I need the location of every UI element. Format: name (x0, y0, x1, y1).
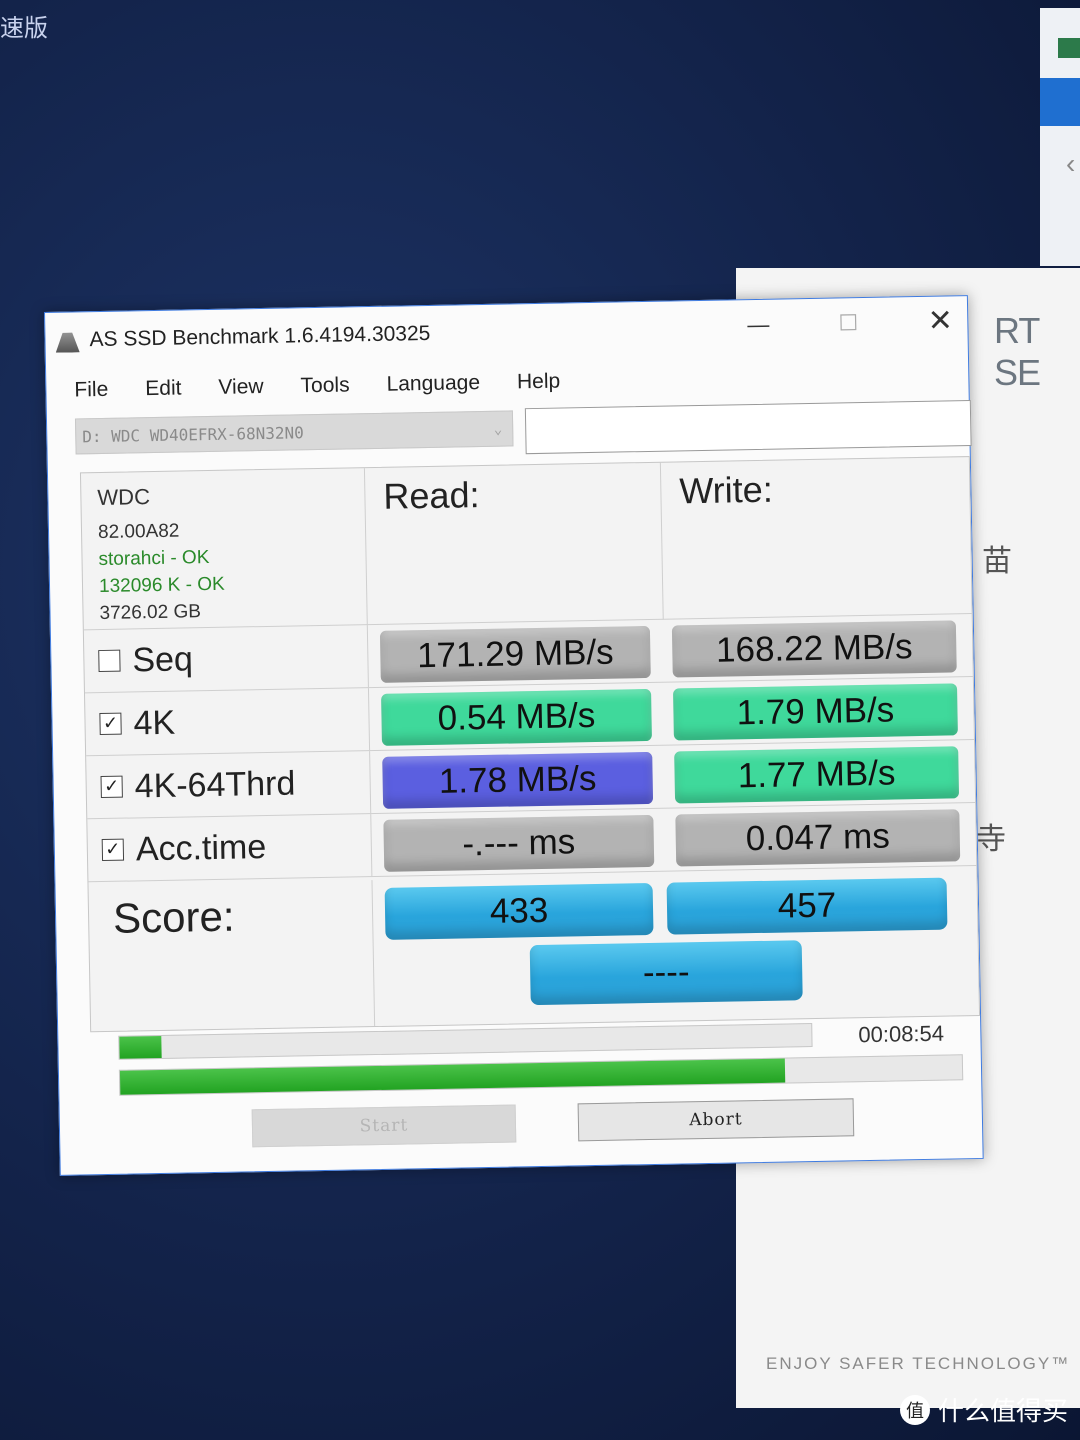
seq-label: Seq (132, 639, 194, 679)
as-ssd-window: AS SSD Benchmark 1.6.4194.30325 — ☐ ✕ Fi… (44, 295, 984, 1176)
read-column-header: Read: (364, 462, 664, 626)
4k-write-value: 1.79 MB/s (673, 683, 958, 741)
menu-view[interactable]: View (218, 375, 264, 400)
menu-language[interactable]: Language (386, 371, 480, 397)
minimize-button[interactable]: — (735, 307, 782, 342)
start-button[interactable]: Start (251, 1104, 517, 1148)
score-label: Score: (88, 880, 376, 1032)
back-arrow-icon[interactable]: ‹ (1066, 148, 1075, 180)
drive-capacity: 3726.02 GB (99, 601, 202, 625)
acc-time-read-value: -.--- ms (383, 814, 655, 872)
close-button[interactable]: ✕ (917, 304, 964, 339)
seq-write-value: 168.22 MB/s (671, 620, 957, 678)
4k-64thrd-read-value: 1.78 MB/s (382, 751, 654, 809)
background-window-header-bar (1040, 78, 1080, 126)
abort-button[interactable]: Abort (577, 1098, 855, 1142)
window-title: AS SSD Benchmark 1.6.4194.30325 (89, 321, 431, 352)
maximize-button[interactable]: ☐ (825, 306, 872, 341)
watermark-logo-icon: 值 (899, 1394, 930, 1425)
menu-edit[interactable]: Edit (145, 376, 182, 401)
4k-64thrd-write-value: 1.77 MB/s (674, 746, 960, 804)
row-label-cell: Seq (83, 625, 369, 693)
desktop-corner-text: 速版 (0, 14, 48, 42)
row-label-cell: ✓ Acc.time (87, 814, 373, 882)
drive-select-value: D: WDC WD40EFRX-68N32N0 (82, 423, 304, 447)
title-bar[interactable]: AS SSD Benchmark 1.6.4194.30325 — ☐ ✕ (45, 296, 968, 363)
4k-64thrd-checkbox[interactable]: ✓ (100, 775, 123, 799)
total-score: ---- (529, 940, 803, 1006)
drive-info-panel: WDC 82.00A82 storahci - OK 132096 K - OK… (80, 468, 368, 631)
menu-help[interactable]: Help (517, 370, 561, 395)
row-label-cell: ✓ 4K-64Thrd (86, 751, 372, 819)
read-score: 433 (384, 882, 654, 940)
write-column-header: Write: (660, 457, 972, 620)
drive-vendor: WDC (97, 484, 151, 511)
watermark-text: 什么值得买 (937, 1397, 1068, 1427)
seq-read-value: 171.29 MB/s (379, 625, 651, 683)
menu-tools[interactable]: Tools (300, 373, 349, 398)
4k-label: 4K (133, 703, 176, 742)
status-field[interactable] (524, 400, 972, 455)
background-window-footer: ENJOY SAFER TECHNOLOGY™ (766, 1354, 1071, 1373)
background-window-top[interactable]: ‹ (1040, 8, 1080, 266)
4k-64thrd-label: 4K-64Thrd (134, 763, 296, 805)
4k-read-value: 0.54 MB/s (381, 688, 652, 746)
menu-file[interactable]: File (74, 378, 108, 403)
watermark: 值 什么值得买 (899, 1391, 1068, 1428)
elapsed-time: 00:08:54 (858, 1020, 945, 1048)
test-progress-fill (119, 1035, 162, 1059)
chevron-down-icon[interactable]: ⌄ (493, 412, 503, 448)
background-window-text-2: 寺 (976, 822, 1006, 857)
background-window-text-1: 苗 (982, 544, 1012, 579)
score-area: Score: 433 457 ---- (88, 869, 980, 1032)
overall-progress-bar (118, 1054, 964, 1096)
background-window-logo (1058, 38, 1080, 58)
results-grid: WDC 82.00A82 storahci - OK 132096 K - OK… (79, 456, 981, 1033)
row-label-cell: ✓ 4K (84, 688, 371, 756)
acc-time-checkbox[interactable]: ✓ (101, 838, 125, 862)
background-window-title: RT SE (994, 310, 1041, 393)
acc-time-label: Acc.time (135, 827, 267, 868)
drive-select[interactable]: D: WDC WD40EFRX-68N32N0 ⌄ (74, 410, 514, 455)
menu-bar: File Edit View Tools Language Help (74, 370, 560, 403)
acc-time-write-value: 0.047 ms (675, 809, 961, 867)
app-icon (55, 330, 79, 352)
write-score: 457 (666, 877, 948, 935)
4k-checkbox[interactable]: ✓ (99, 712, 122, 736)
overall-progress-fill (119, 1058, 786, 1095)
seq-checkbox[interactable] (98, 649, 121, 673)
